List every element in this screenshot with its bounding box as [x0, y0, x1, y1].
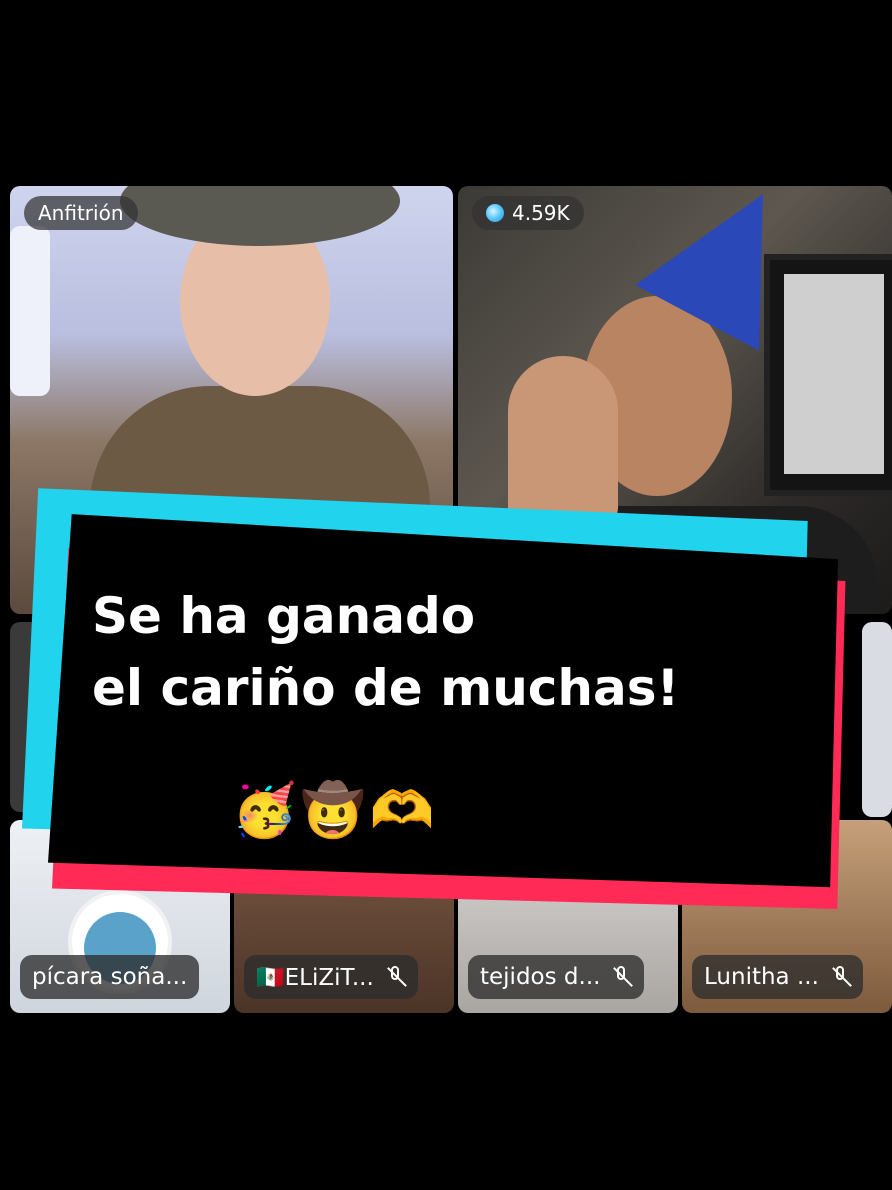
mic-off-icon [384, 965, 406, 989]
mic-off-icon [610, 965, 632, 989]
background-bottle [10, 226, 50, 396]
host-label: Anfitrión [38, 201, 124, 225]
host-hat [120, 186, 400, 246]
banner-line-1: Se ha ganado [92, 587, 476, 645]
gem-icon [486, 204, 504, 222]
banner-emojis: 🥳🤠🫶 [232, 781, 439, 841]
participant-name-pill: 🇲🇽ELiZiT... [244, 955, 418, 999]
participant-name-pill: tejidos d... [468, 955, 645, 999]
banner-line-2: el cariño de muchas! [92, 659, 680, 717]
participant-name-pill: pícara soña... [20, 955, 200, 999]
viewer-count-badge[interactable]: 4.59K [472, 196, 584, 230]
banner-text: Se ha ganado el cariño de muchas! [92, 580, 679, 724]
participant-name: tejidos d... [480, 964, 601, 990]
host-badge: Anfitrión [24, 196, 138, 230]
participant-name: 🇲🇽ELiZiT... [256, 964, 374, 991]
mic-off-icon [829, 965, 851, 989]
participant-name: Lunitha ... [704, 964, 819, 990]
caption-banner: Se ha ganado el cariño de muchas! 🥳🤠🫶 [22, 480, 870, 950]
participant-name-pill: Lunitha ... [692, 955, 863, 999]
viewer-count: 4.59K [512, 201, 570, 225]
participant-name: pícara soña... [32, 964, 188, 990]
